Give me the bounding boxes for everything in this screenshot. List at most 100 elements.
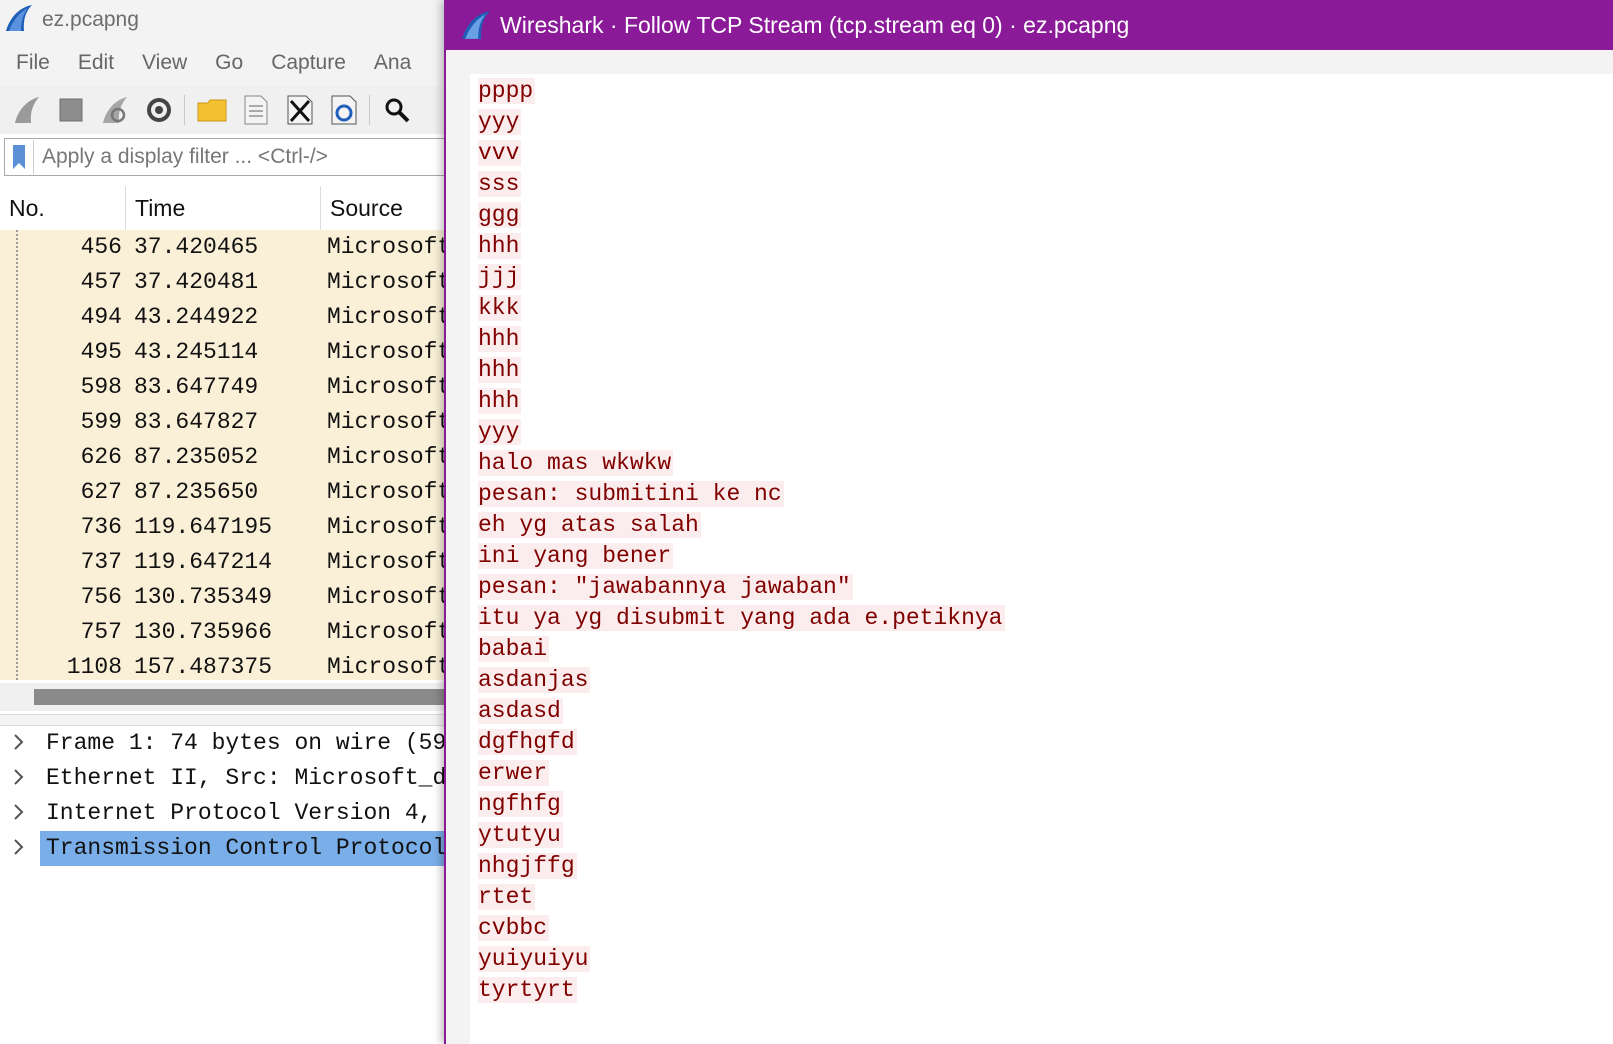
open-file-icon[interactable] xyxy=(195,93,229,127)
stream-line-text: asdasd xyxy=(478,698,563,724)
packet-row[interactable]: 456 37.420465 Microsoft xyxy=(0,230,460,265)
column-header-time[interactable]: Time xyxy=(126,186,321,230)
packet-source: Microsoft xyxy=(327,479,452,505)
chevron-right-icon[interactable] xyxy=(12,732,26,752)
stream-line-text: sss xyxy=(478,171,522,197)
packet-number: 457 xyxy=(80,269,122,295)
close-file-icon[interactable] xyxy=(283,93,317,127)
detail-tree-item[interactable]: Internet Protocol Version 4, xyxy=(0,796,460,831)
stream-line-text: ngfhfg xyxy=(478,791,563,817)
packet-number: 494 xyxy=(80,304,122,330)
packet-row[interactable]: 627 87.235650 Microsoft xyxy=(0,475,460,510)
stream-line: yyy xyxy=(478,107,1005,138)
packet-time: 157.487375 xyxy=(134,654,273,680)
toolbar-separator xyxy=(369,95,370,125)
stream-content[interactable]: pppp yyy vvv sss ggg hhh jjj kkk hhh hhh hhh yyy hal… xyxy=(470,74,1613,1044)
packet-row[interactable]: 756 130.735349 Microsoft xyxy=(0,580,460,615)
stream-line-text: hhh xyxy=(478,233,522,259)
packet-details: Frame 1: 74 bytes on wire (59 Ethernet II… xyxy=(0,726,466,1044)
packet-row[interactable]: 757 130.735966 Microsoft xyxy=(0,615,460,650)
detail-tree-label: Frame 1: 74 bytes on wire (59 xyxy=(46,730,447,756)
reload-file-icon[interactable] xyxy=(327,93,361,127)
packet-row[interactable]: 626 87.235052 Microsoft xyxy=(0,440,460,475)
packet-row[interactable]: 494 43.244922 Microsoft xyxy=(0,300,460,335)
stream-lines: pppp yyy vvv sss ggg hhh jjj kkk hhh hhh hhh yyy hal… xyxy=(478,76,1005,1006)
packet-time: 87.235052 xyxy=(134,444,259,470)
packet-list-scrollbar[interactable] xyxy=(0,683,460,711)
stream-line-text: pesan: "jawabannya jawaban" xyxy=(478,574,853,600)
main-titlebar: ez.pcapng xyxy=(0,0,460,40)
packet-time: 83.647827 xyxy=(134,409,259,435)
packet-source: Microsoft xyxy=(327,269,452,295)
menu-capture[interactable]: Capture xyxy=(271,51,346,75)
detail-tree-item[interactable]: Transmission Control Protocol xyxy=(0,831,466,866)
stream-line: babai xyxy=(478,634,1005,665)
stream-line-text: babai xyxy=(478,636,550,662)
find-packet-icon[interactable] xyxy=(380,93,414,127)
packet-time: 119.647195 xyxy=(134,514,273,540)
column-header-no[interactable]: No. xyxy=(0,186,126,230)
menu-file[interactable]: File xyxy=(16,51,50,75)
detail-tree-item[interactable]: Frame 1: 74 bytes on wire (59 xyxy=(0,726,460,761)
packet-list: 456 37.420465 Microsoft 457 37.420481 Microso… xyxy=(0,230,460,680)
packet-row[interactable]: 495 43.245114 Microsoft xyxy=(0,335,460,370)
scrollbar-thumb[interactable] xyxy=(34,689,460,705)
stream-line-text: yuiyuiyu xyxy=(478,946,591,972)
packet-source: Microsoft xyxy=(327,444,452,470)
menubar: File Edit View Go Capture Ana xyxy=(0,40,460,86)
detail-tree-label: Ethernet II, Src: Microsoft_d xyxy=(46,765,447,791)
stream-line-text: tyrtyrt xyxy=(478,977,577,1003)
stream-line-text: asdanjas xyxy=(478,667,591,693)
stream-line-text: yyy xyxy=(478,419,522,445)
packet-time: 43.244922 xyxy=(134,304,259,330)
stream-line: hhh xyxy=(478,386,1005,417)
wireshark-fin-icon xyxy=(460,9,492,41)
main-window-title: ez.pcapng xyxy=(42,8,139,31)
filter-bookmark-icon[interactable] xyxy=(5,140,34,174)
packet-source: Microsoft xyxy=(327,409,452,435)
packet-row[interactable]: 736 119.647195 Microsoft xyxy=(0,510,460,545)
save-file-icon[interactable] xyxy=(239,93,273,127)
menu-view[interactable]: View xyxy=(142,51,187,75)
stream-line-text: eh yg atas salah xyxy=(478,512,701,538)
toolbar-separator xyxy=(184,95,185,125)
detail-tree-item[interactable]: Ethernet II, Src: Microsoft_d xyxy=(0,761,460,796)
packet-source: Microsoft xyxy=(327,654,452,680)
menu-analyze[interactable]: Ana xyxy=(374,51,411,75)
main-window: ez.pcapng File Edit View Go Capture Ana xyxy=(0,0,476,1044)
packet-row[interactable]: 598 83.647749 Microsoft xyxy=(0,370,460,405)
packet-row[interactable]: 457 37.420481 Microsoft xyxy=(0,265,460,300)
chevron-right-icon[interactable] xyxy=(12,802,26,822)
display-filter-bar xyxy=(4,138,476,176)
stream-line: asdanjas xyxy=(478,665,1005,696)
stream-line-text: hhh xyxy=(478,326,522,352)
pane-splitter[interactable] xyxy=(0,714,460,726)
follow-tcp-stream-dialog: Wireshark · Follow TCP Stream (tcp.strea… xyxy=(444,0,1613,1044)
packet-row[interactable]: 1108 157.487375 Microsoft xyxy=(0,650,460,685)
packet-row[interactable]: 599 83.647827 Microsoft xyxy=(0,405,460,440)
stream-line: erwer xyxy=(478,758,1005,789)
capture-options-icon[interactable] xyxy=(142,93,176,127)
stream-line: halo mas wkwkw xyxy=(478,448,1005,479)
menu-edit[interactable]: Edit xyxy=(78,51,114,75)
restart-capture-icon[interactable] xyxy=(98,93,132,127)
stream-line-text: pppp xyxy=(478,78,536,104)
chevron-right-icon[interactable] xyxy=(12,837,26,857)
packet-list-header: No. Time Source xyxy=(0,186,460,231)
stream-line-text: ini yang bener xyxy=(478,543,674,569)
stop-capture-icon[interactable] xyxy=(54,93,88,127)
stream-line: hhh xyxy=(478,231,1005,262)
stream-line-text: jjj xyxy=(478,264,522,290)
stream-line: nhgjffg xyxy=(478,851,1005,882)
packet-row[interactable]: 737 119.647214 Microsoft xyxy=(0,545,460,580)
stream-line: hhh xyxy=(478,324,1005,355)
stream-line: ggg xyxy=(478,200,1005,231)
stream-line-text: ytutyu xyxy=(478,822,563,848)
column-header-source[interactable]: Source xyxy=(321,186,460,230)
start-capture-icon[interactable] xyxy=(10,93,44,127)
display-filter-input[interactable] xyxy=(34,144,464,170)
menu-go[interactable]: Go xyxy=(215,51,243,75)
stream-line: yyy xyxy=(478,417,1005,448)
chevron-right-icon[interactable] xyxy=(12,767,26,787)
stream-line: eh yg atas salah xyxy=(478,510,1005,541)
